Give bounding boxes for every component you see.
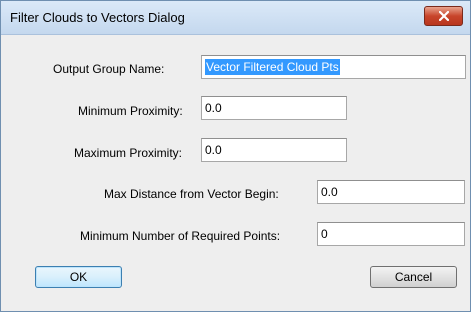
dialog-window: Filter Clouds to Vectors Dialog Output G… xyxy=(0,0,471,312)
max-distance-field[interactable] xyxy=(317,180,465,204)
maximum-proximity-field[interactable] xyxy=(201,138,347,162)
minimum-proximity-field[interactable] xyxy=(201,96,347,120)
title-bar[interactable]: Filter Clouds to Vectors Dialog xyxy=(1,1,470,35)
close-button[interactable] xyxy=(424,6,463,26)
max-distance-label: Max Distance from Vector Begin: xyxy=(104,187,279,201)
ok-button[interactable]: OK xyxy=(35,266,122,288)
output-group-name-field[interactable] xyxy=(201,55,466,79)
close-icon xyxy=(439,11,449,21)
cancel-button[interactable]: Cancel xyxy=(370,266,457,288)
maximum-proximity-label: Maximum Proximity: xyxy=(74,146,183,160)
min-points-label: Minimum Number of Required Points: xyxy=(80,229,281,243)
dialog-title: Filter Clouds to Vectors Dialog xyxy=(10,10,185,25)
min-points-field[interactable] xyxy=(317,222,465,246)
minimum-proximity-label: Minimum Proximity: xyxy=(78,104,183,118)
output-group-name-label: Output Group Name: xyxy=(53,62,165,76)
